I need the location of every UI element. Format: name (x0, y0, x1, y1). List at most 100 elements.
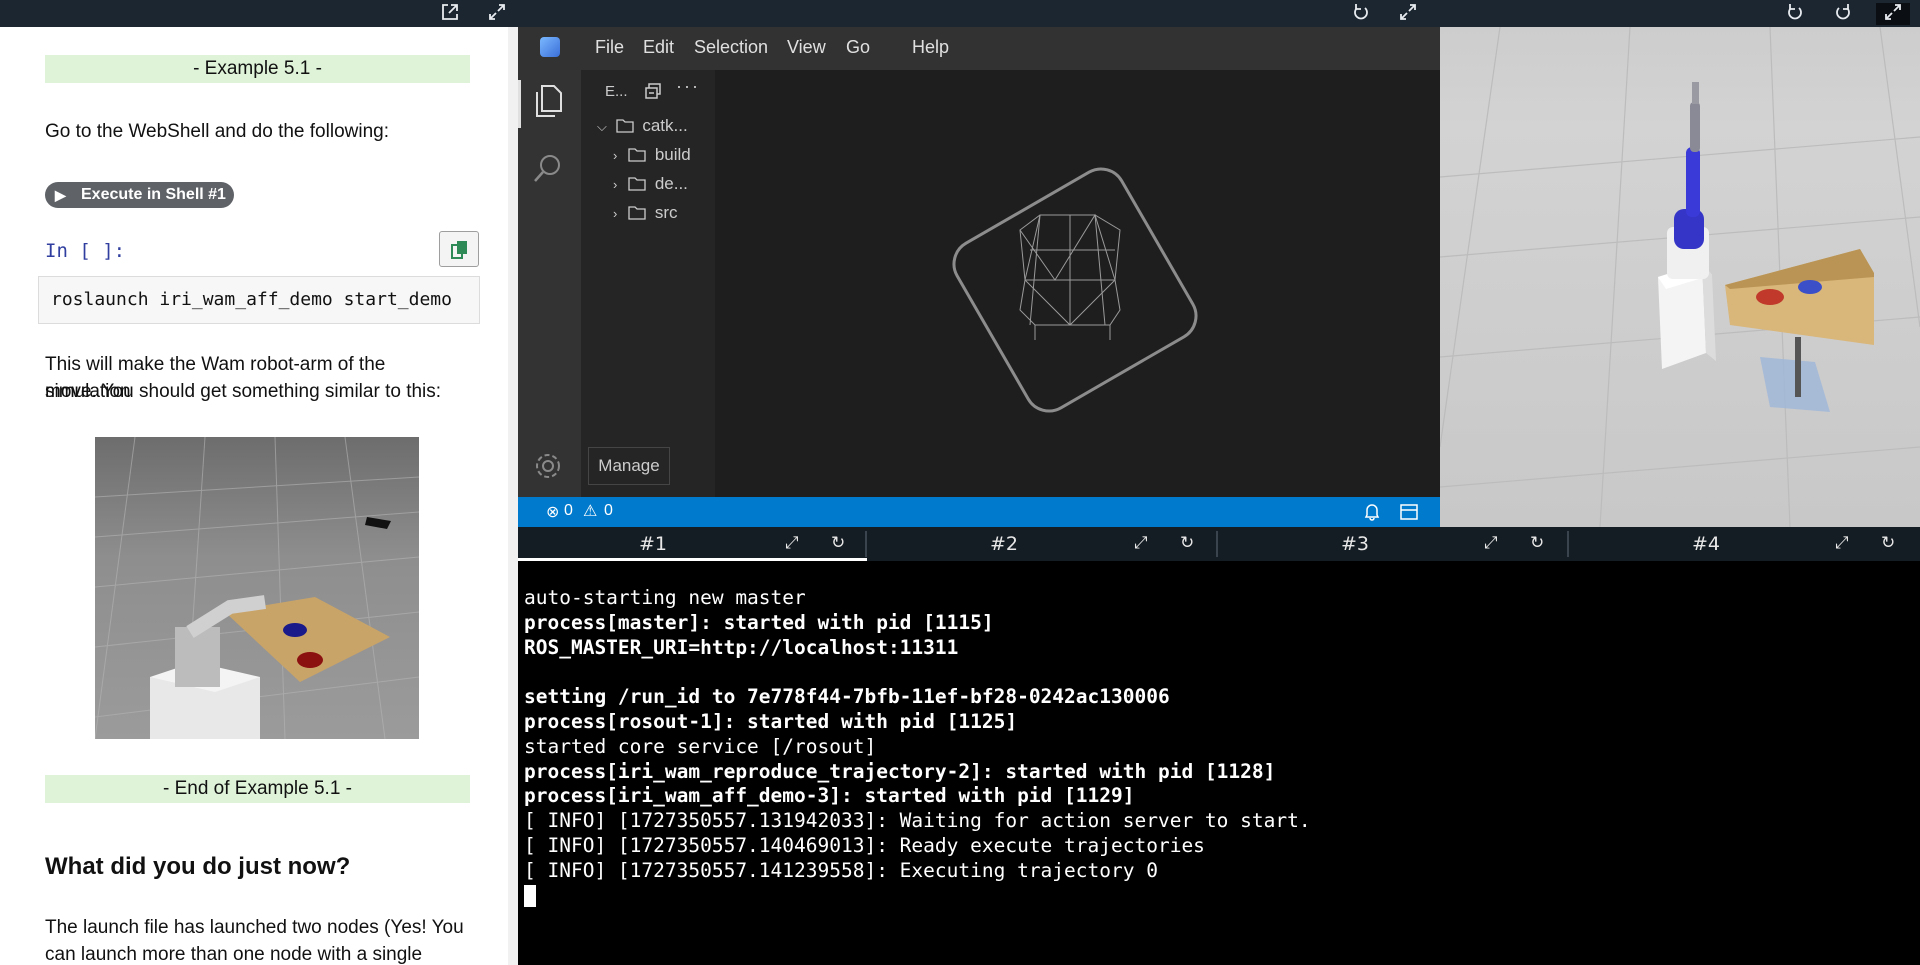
execute-button-label: Execute in Shell #1 (81, 186, 226, 203)
paragraph-line-1: The launch file has launched two nodes (… (45, 917, 464, 938)
copy-icon (451, 241, 467, 259)
warning-icon[interactable]: ⚠ (583, 501, 597, 521)
play-icon: ▶ (55, 187, 66, 203)
folder-icon (628, 148, 646, 162)
more-actions-icon[interactable]: ··· (676, 76, 700, 97)
description-line-2: move. You should get something similar t… (45, 381, 442, 402)
expand-sim-icon[interactable] (1876, 3, 1910, 25)
simulation-preview-image (95, 437, 419, 739)
terminal-line: process[iri_wam_aff_demo-3]: started wit… (524, 784, 1135, 808)
tab-divider (1567, 531, 1569, 557)
search-icon[interactable] (532, 152, 564, 186)
explorer-icon[interactable] (532, 84, 564, 118)
terminal-line: setting /run_id to 7e778f44-7bfb-11ef-bf… (524, 685, 1170, 709)
manage-tooltip: Manage (588, 447, 670, 485)
expand-ide-icon[interactable] (1397, 3, 1419, 25)
terminal-line: process[rosout-1]: started with pid [112… (524, 709, 1018, 733)
tab-label: #3 (1340, 533, 1369, 555)
code-cell[interactable]: roslaunch iri_wam_aff_demo start_demo (38, 276, 480, 324)
cell-prompt: In [ ]: (45, 240, 126, 262)
bell-icon[interactable] (1364, 503, 1380, 521)
tree-item-devel[interactable]: › de... (613, 174, 688, 194)
tab-divider (1216, 531, 1218, 557)
tree-item-root[interactable]: ⌵ catk... (597, 116, 688, 136)
gear-icon[interactable] (532, 450, 564, 482)
error-icon[interactable]: ⊗ (546, 502, 559, 522)
terminal-line: process[iri_wam_reproduce_trajectory-2]:… (524, 759, 1276, 783)
reload-icon[interactable]: ↻ (1881, 533, 1895, 553)
layout-panel-icon[interactable] (1400, 504, 1418, 520)
expand-icon[interactable]: ⤢ (1484, 533, 1498, 553)
reload-ide-icon[interactable] (1350, 3, 1372, 25)
chevron-right-icon: › (613, 148, 618, 163)
simulation-viewport[interactable] (1440, 27, 1920, 527)
menu-go[interactable]: Go (846, 37, 870, 58)
folder-icon (615, 119, 634, 133)
menu-help[interactable]: Help (912, 37, 949, 58)
terminal-line: [ INFO] [1727350557.140469013]: Ready ex… (524, 833, 1205, 857)
example-end-banner: - End of Example 5.1 - (45, 775, 470, 803)
terminal-line: [ INFO] [1727350557.141239558]: Executin… (524, 858, 1158, 882)
editor-area (715, 70, 1440, 497)
tree-item-label: de... (654, 174, 688, 193)
chevron-right-icon: › (613, 206, 618, 221)
notebook-scrollbar[interactable] (508, 27, 518, 965)
tab-label: #1 (638, 533, 667, 555)
terminal-output[interactable]: auto-starting new master process[master]:… (518, 561, 1920, 965)
example-start-banner: - Example 5.1 - (45, 55, 470, 83)
tree-item-src[interactable]: › src (613, 203, 677, 223)
ide-panel: File Edit Selection View Go Help E... ··… (518, 27, 1440, 527)
expand-icon[interactable]: ⤢ (1835, 533, 1849, 553)
status-bar: ⊗ 0 ⚠ 0 (518, 497, 1440, 527)
terminal-cursor (524, 885, 536, 908)
error-count[interactable]: 0 (564, 502, 573, 520)
menu-view[interactable]: View (787, 37, 826, 58)
menu-edit[interactable]: Edit (643, 37, 674, 58)
expand-notebook-icon[interactable] (486, 3, 508, 25)
menu-selection[interactable]: Selection (694, 37, 768, 58)
terminal-line: process[master]: started with pid [1115] (524, 610, 994, 634)
top-bar (0, 0, 1920, 27)
tree-item-label: build (654, 145, 691, 164)
reload-icon[interactable]: ↻ (1530, 533, 1544, 553)
terminal-tabs: #1 ⤢ ↻ #2 ⤢ ↻ #3 ⤢ ↻ #4 ⤢ ↻ (518, 527, 1920, 561)
chevron-right-icon: › (613, 177, 618, 192)
explorer-sidebar: E... ··· ⌵ catk... › build › de... › src (581, 70, 715, 497)
tree-item-label: catk... (642, 116, 688, 135)
notebook-panel: - Example 5.1 - Go to the WebShell and d… (0, 27, 518, 965)
tab-shell-2[interactable]: #2 ⤢ ↻ (869, 527, 1218, 561)
menu-file[interactable]: File (595, 37, 624, 58)
folder-icon (628, 206, 646, 220)
reload-icon[interactable]: ↻ (1180, 533, 1194, 553)
section-heading: What did you do just now? (45, 853, 351, 880)
ide-watermark-logo (952, 167, 1198, 413)
active-indicator (518, 80, 521, 128)
paragraph-line-2: can launch more than one node with a sin… (45, 944, 423, 965)
tab-label: #4 (1691, 533, 1720, 555)
folder-icon (628, 177, 646, 191)
tree-item-build[interactable]: › build (613, 145, 691, 165)
tab-shell-3[interactable]: #3 ⤢ ↻ (1220, 527, 1569, 561)
reload-icon[interactable]: ↻ (831, 533, 845, 553)
tab-label: #2 (989, 533, 1018, 555)
terminal-line: auto-starting new master (524, 586, 806, 609)
expand-icon[interactable]: ⤢ (785, 533, 799, 553)
ide-menubar: File Edit Selection View Go Help (518, 27, 1440, 70)
tab-divider (865, 531, 867, 557)
expand-icon[interactable]: ⤢ (1134, 533, 1148, 553)
tab-shell-4[interactable]: #4 ⤢ ↻ (1571, 527, 1920, 561)
collapse-all-icon[interactable] (644, 82, 662, 100)
intro-text: Go to the WebShell and do the following: (45, 121, 389, 142)
execute-in-shell-button[interactable]: ▶ Execute in Shell #1 (45, 182, 234, 208)
reset-sim-icon[interactable] (1832, 3, 1854, 25)
terminal-line: started core service [/rosout] (524, 734, 877, 758)
copy-code-button[interactable] (439, 231, 479, 267)
reload-sim-icon[interactable] (1784, 3, 1806, 25)
activity-bar (518, 70, 581, 497)
open-external-icon[interactable] (439, 3, 461, 25)
terminal-line: [ INFO] [1727350557.131942033]: Waiting … (524, 809, 1311, 833)
warning-count[interactable]: 0 (604, 502, 613, 520)
tree-item-label: src (654, 203, 678, 222)
tab-shell-1[interactable]: #1 ⤢ ↻ (518, 527, 867, 561)
